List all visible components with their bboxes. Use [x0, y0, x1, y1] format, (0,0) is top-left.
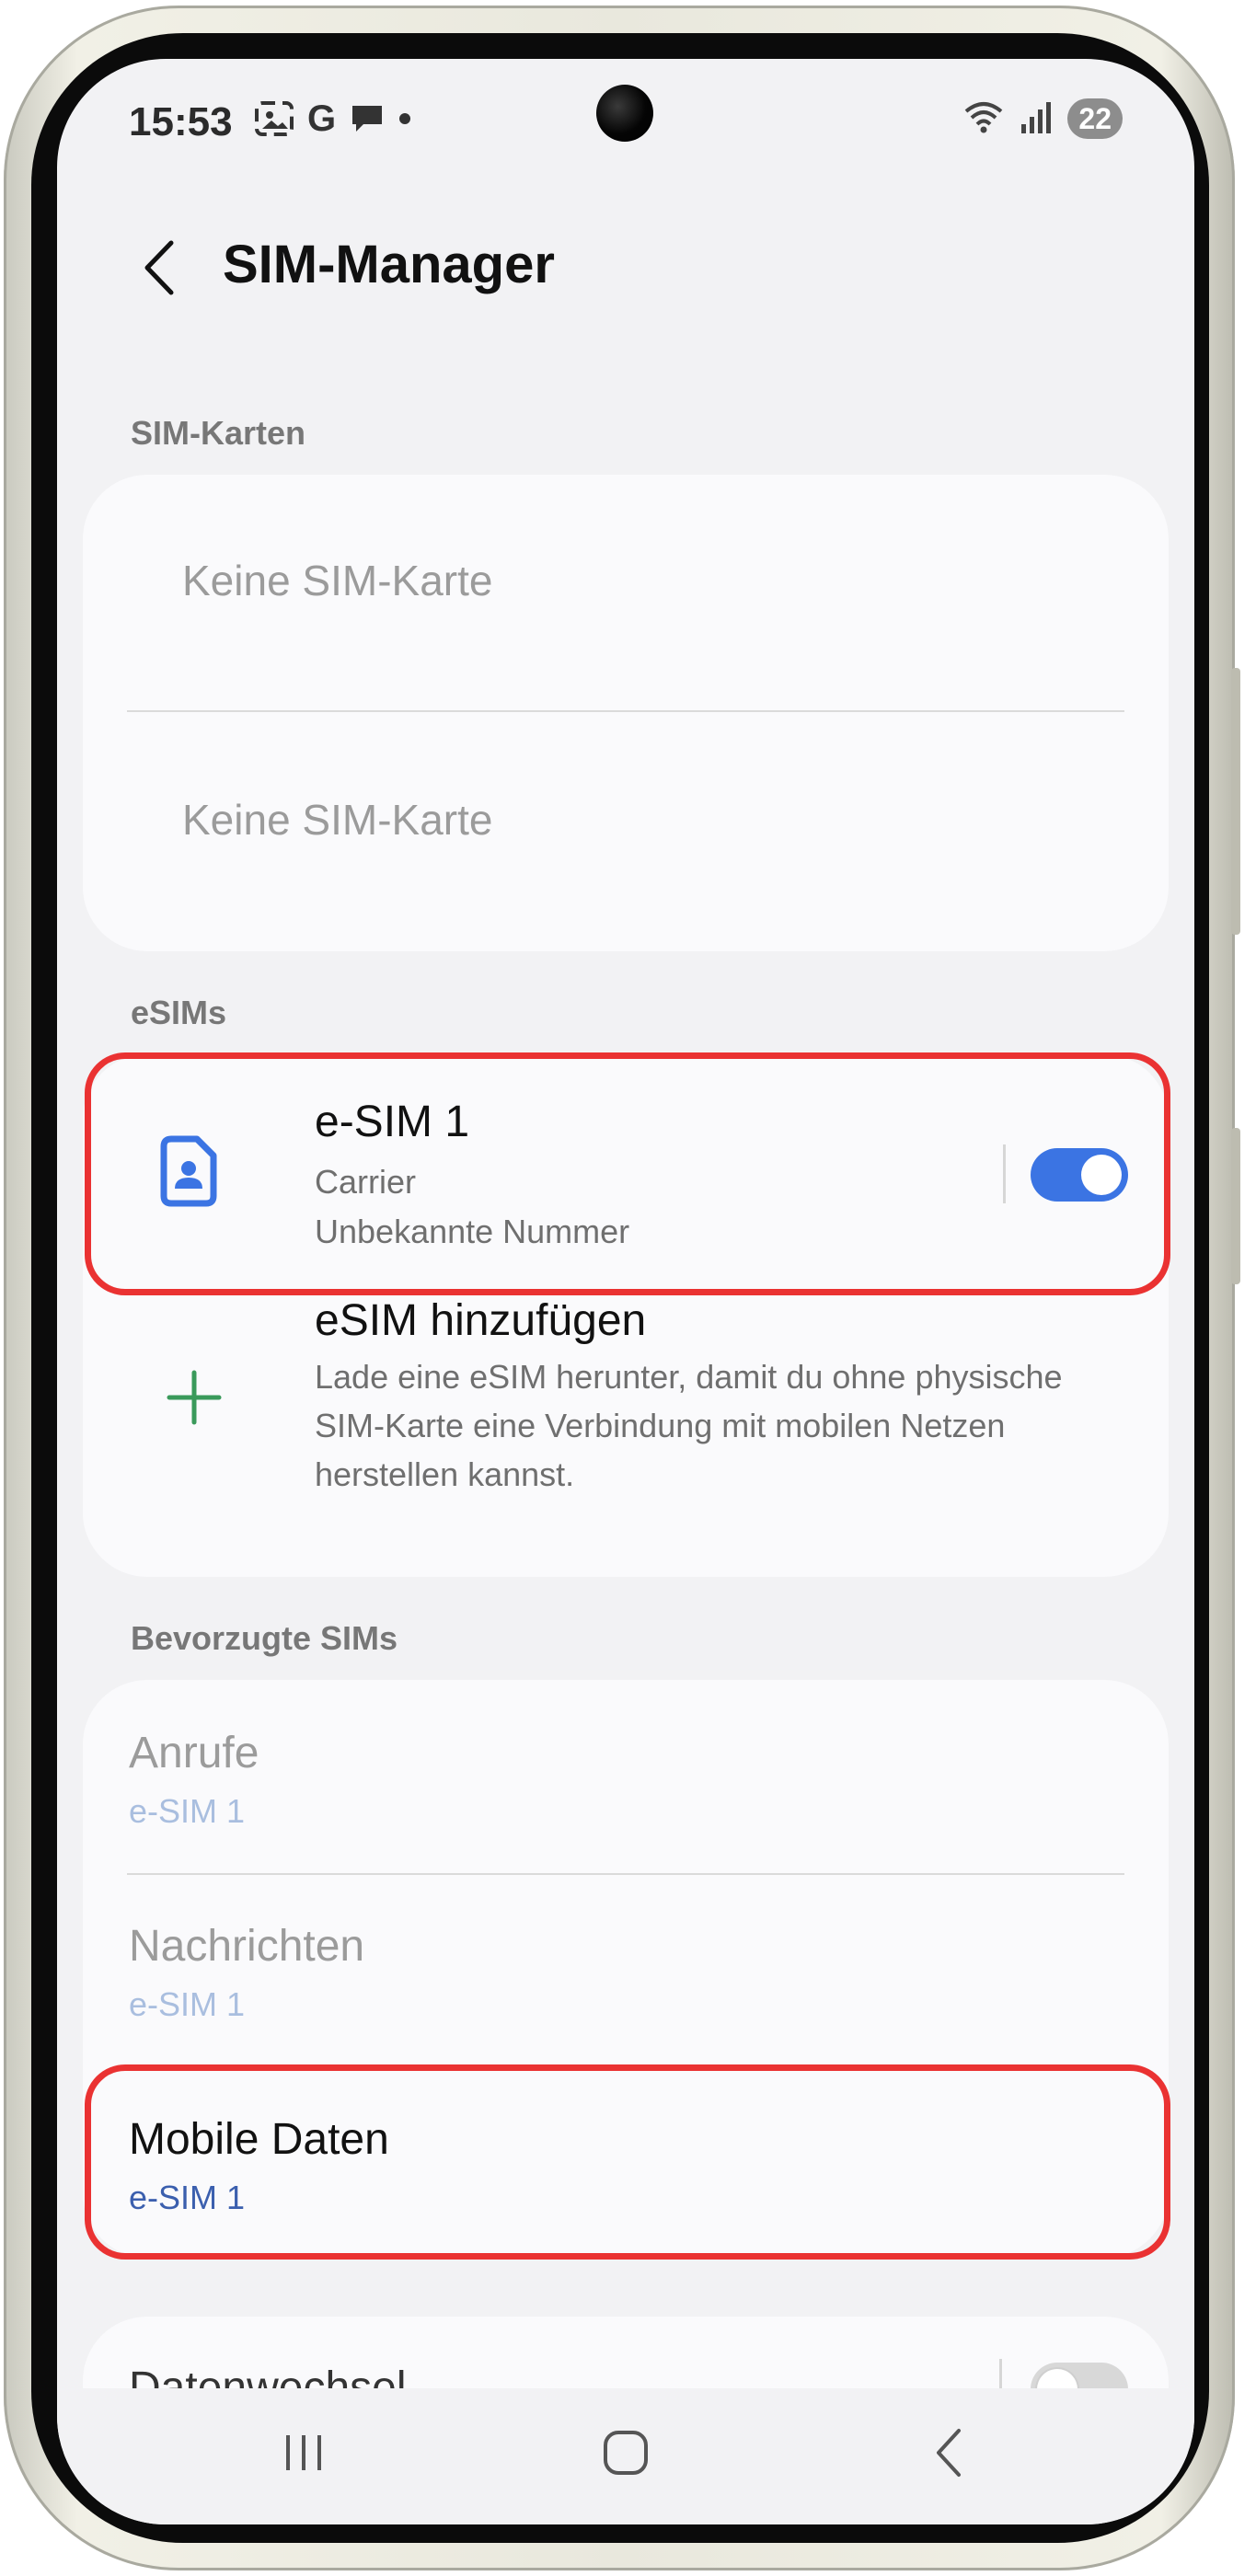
- google-icon: G: [307, 98, 337, 139]
- phone-frame: 15:53 G 22 SIM-Manager SIM-Karten Keine …: [4, 6, 1240, 2570]
- signal-icon: [1020, 98, 1053, 140]
- section-esims-label: eSIMs: [131, 994, 227, 1031]
- sim-slot-1: Keine SIM-Karte: [182, 557, 493, 604]
- recent-apps-button[interactable]: [248, 2407, 359, 2499]
- navigation-bar: [57, 2388, 1194, 2524]
- wifi-icon: [962, 98, 1005, 140]
- chat-icon: [349, 100, 386, 137]
- battery-icon: 22: [1067, 98, 1123, 139]
- home-icon: [604, 2431, 648, 2475]
- pref-messages-title: Nachrichten: [129, 1922, 365, 1971]
- add-esim-description: Lade eine eSIM herunter, damit du ohne p…: [315, 1358, 1063, 1493]
- screenshot-icon: [254, 100, 294, 137]
- front-camera: [596, 85, 653, 142]
- pref-row-messages[interactable]: Nachrichten e-SIM 1: [83, 1875, 1169, 2068]
- sim-slot-2: Keine SIM-Karte: [182, 796, 493, 844]
- add-esim-row[interactable]: eSIM hinzufügen Lade eine eSIM herunter,…: [83, 1295, 1169, 1571]
- sim-cards-card: Keine SIM-Karte Keine SIM-Karte: [83, 475, 1169, 951]
- pref-row-calls[interactable]: Anrufe e-SIM 1: [83, 1680, 1169, 1873]
- nav-back-button[interactable]: [893, 2407, 1003, 2499]
- pref-calls-title: Anrufe: [129, 1729, 259, 1777]
- back-button[interactable]: [118, 226, 201, 309]
- highlight-mobile-data: [85, 2064, 1170, 2260]
- back-icon: [937, 2429, 961, 2477]
- home-button[interactable]: [570, 2407, 681, 2499]
- section-preferred-label: Bevorzugte SIMs: [131, 1619, 398, 1657]
- highlight-esim1: [85, 1052, 1170, 1295]
- status-left-icons: G: [254, 96, 411, 142]
- status-right-icons: 22: [962, 96, 1123, 142]
- dot-icon: [398, 112, 411, 125]
- divider: [127, 710, 1124, 712]
- pref-calls-value: e-SIM 1: [129, 1792, 246, 1830]
- section-sim-cards-label: SIM-Karten: [131, 414, 306, 452]
- volume-button: [1231, 668, 1240, 935]
- power-button: [1231, 1128, 1240, 1284]
- add-esim-title: eSIM hinzufügen: [315, 1296, 647, 1345]
- recent-apps-icon: [286, 2435, 321, 2470]
- screen: 15:53 G 22 SIM-Manager SIM-Karten Keine …: [57, 59, 1194, 2524]
- pref-messages-value: e-SIM 1: [129, 1985, 246, 2023]
- header: SIM-Manager: [57, 217, 1194, 318]
- plus-icon: [166, 1369, 223, 1431]
- page-title: SIM-Manager: [223, 235, 555, 294]
- chevron-left-icon: [144, 240, 174, 295]
- status-time: 15:53: [129, 99, 233, 144]
